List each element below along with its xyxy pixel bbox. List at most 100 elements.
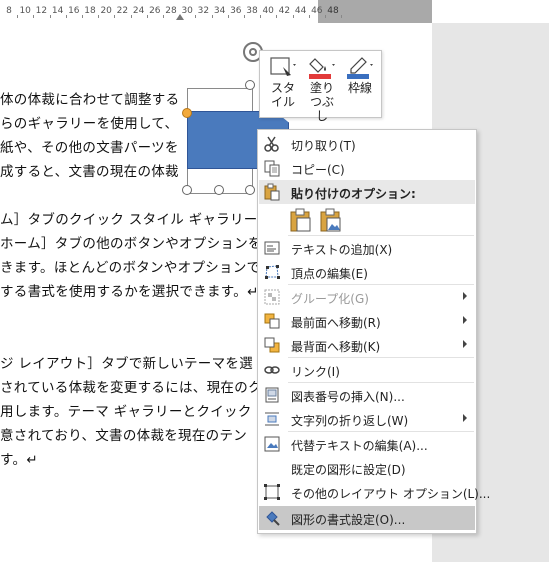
- layout-options-icon: [263, 483, 281, 501]
- menu-item-edit-points[interactable]: 頂点の編集(E): [259, 260, 475, 284]
- menu-item-label: 代替テキストの編集(A)...: [291, 439, 428, 453]
- shape-style-icon: [267, 55, 299, 79]
- submenu-arrow-icon: [463, 340, 467, 348]
- menu-item-label: 頂点の編集(E): [291, 267, 368, 281]
- document-line: 紙や、その他の文書パーツを: [0, 140, 179, 156]
- paste-icon: [263, 183, 281, 201]
- ruler-tick: [146, 15, 148, 18]
- menu-item-wrap-text[interactable]: 文字列の折り返し(W): [259, 407, 475, 431]
- menu-item-label: 最前面へ移動(R): [291, 316, 381, 330]
- menu-item-set-default[interactable]: 既定の図形に設定(D): [259, 456, 475, 480]
- ruler-tick: [49, 15, 51, 18]
- resize-handle[interactable]: [182, 185, 192, 195]
- resize-handle[interactable]: [245, 185, 255, 195]
- document-line: ホーム］タブの他のボタンやオプションを: [0, 236, 262, 252]
- document-line: ム］タブのクイック スタイル ギャラリー: [0, 212, 258, 228]
- document-line: らのギャラリーを使用して、: [0, 116, 179, 132]
- ruler-tick: [130, 15, 132, 18]
- ruler-tick: [341, 15, 343, 18]
- ruler-tick: [243, 15, 245, 18]
- menu-item-label: 貼り付けのオプション:: [291, 187, 416, 201]
- ruler-number: 36: [230, 6, 242, 16]
- menu-item-label: グループ化(G): [291, 292, 369, 306]
- ruler-tick: [162, 15, 164, 18]
- link-icon: [263, 361, 281, 379]
- menu-item-send-back[interactable]: 最背面へ移動(K): [259, 333, 475, 357]
- submenu-arrow-icon: [463, 316, 467, 324]
- edit-points-icon: [263, 263, 281, 281]
- menu-item-more-layout[interactable]: その他のレイアウト オプション(L)...: [259, 480, 490, 504]
- outline-pen-icon: [344, 55, 376, 79]
- menu-item-bring-front[interactable]: 最前面へ移動(R): [259, 309, 475, 333]
- menu-item-label: 図形の書式設定(O)...: [291, 513, 406, 527]
- ruler-tick: [308, 15, 310, 18]
- alt-text-icon: [263, 435, 281, 453]
- menu-item-label: テキストの追加(X): [291, 243, 393, 257]
- ruler-tick: [65, 15, 67, 18]
- ruler-tick: [276, 15, 278, 18]
- fill-bucket-icon: [306, 55, 338, 79]
- ruler-tick: [98, 15, 100, 18]
- menu-item-format-shape[interactable]: 図形の書式設定(O)...: [259, 506, 475, 530]
- ruler-number: 28: [165, 6, 177, 16]
- ruler-tick: [195, 15, 197, 18]
- paste-keep-source-icon[interactable]: [289, 207, 313, 233]
- ruler-number: 24: [132, 6, 145, 16]
- menu-item-paste-options: 貼り付けのオプション:: [259, 180, 475, 204]
- resize-handle[interactable]: [245, 80, 255, 90]
- style-button[interactable]: スタイル: [264, 55, 302, 109]
- outline-label: 枠線: [347, 81, 372, 95]
- paste-picture-icon[interactable]: [319, 207, 343, 233]
- document-line: きます。ほとんどのボタンやオプションで: [0, 260, 261, 276]
- document-line: す。↵: [0, 452, 38, 468]
- format-shape-icon: [263, 509, 281, 527]
- resize-handle[interactable]: [214, 185, 224, 195]
- wrap-text-icon: [263, 410, 281, 428]
- ruler-tick: [227, 15, 229, 18]
- menu-item-copy[interactable]: コピー(C): [259, 156, 475, 180]
- menu-item-insert-caption[interactable]: 図表番号の挿入(N)...: [259, 383, 475, 407]
- ruler-number: 38: [246, 6, 258, 16]
- mini-toolbar: スタイル 塗りつぶし 枠線: [259, 50, 382, 123]
- ruler-number: 46: [311, 6, 323, 16]
- menu-item-add-text[interactable]: テキストの追加(X): [259, 236, 475, 260]
- ruler-number: 44: [294, 6, 307, 16]
- ruler-number: 48: [327, 6, 339, 16]
- ruler-number: 18: [84, 6, 96, 16]
- ruler-number: 14: [51, 6, 64, 16]
- scissors-icon: [263, 135, 281, 153]
- caption-icon: [263, 386, 281, 404]
- menu-item-group[interactable]: グループ化(G): [259, 285, 475, 309]
- adjust-handle[interactable]: [182, 108, 192, 118]
- style-label: スタイル: [271, 81, 296, 109]
- ruler-tick: [17, 15, 19, 18]
- send-to-back-icon: [263, 336, 281, 354]
- menu-item-label: リンク(I): [291, 365, 340, 379]
- paste-options-row: [259, 205, 475, 235]
- menu-item-cut[interactable]: 切り取り(T): [259, 132, 475, 156]
- ruler-tick: [33, 15, 35, 18]
- ruler-number: 34: [213, 6, 226, 16]
- document-line: する書式を使用するかを選択できます。↵: [0, 284, 259, 300]
- ruler-tick: [211, 15, 213, 18]
- bring-to-front-icon: [263, 312, 281, 330]
- menu-item-edit-alt-text[interactable]: 代替テキストの編集(A)...: [259, 432, 475, 456]
- menu-item-label: 図表番号の挿入(N)...: [291, 390, 405, 404]
- document-line: ジ レイアウト］タブで新しいテーマを選: [0, 356, 253, 372]
- menu-item-label: 最背面へ移動(K): [291, 340, 381, 354]
- ruler-tick: [81, 15, 83, 18]
- outline-button[interactable]: 枠線: [342, 55, 378, 95]
- document-line: 意されており、文書の体裁を現在のテン: [0, 428, 248, 444]
- document-line: 成すると、文書の現在の体裁: [0, 164, 179, 180]
- group-icon: [263, 288, 281, 306]
- fill-button[interactable]: 塗りつぶし: [304, 55, 340, 123]
- horizontal-ruler[interactable]: 8 10 12 14 16 18 20 22 24 26 28 30 32 34 36 38 40 42 44 46 4…: [0, 0, 549, 24]
- indent-marker-icon[interactable]: [176, 14, 184, 20]
- ruler-number: 42: [278, 6, 291, 16]
- ruler-number: 16: [68, 6, 80, 16]
- ruler-blank-area: [432, 0, 549, 23]
- text-box-icon: [263, 239, 281, 257]
- submenu-arrow-icon: [463, 292, 467, 300]
- copy-icon: [263, 159, 281, 177]
- menu-item-link[interactable]: リンク(I): [259, 358, 475, 382]
